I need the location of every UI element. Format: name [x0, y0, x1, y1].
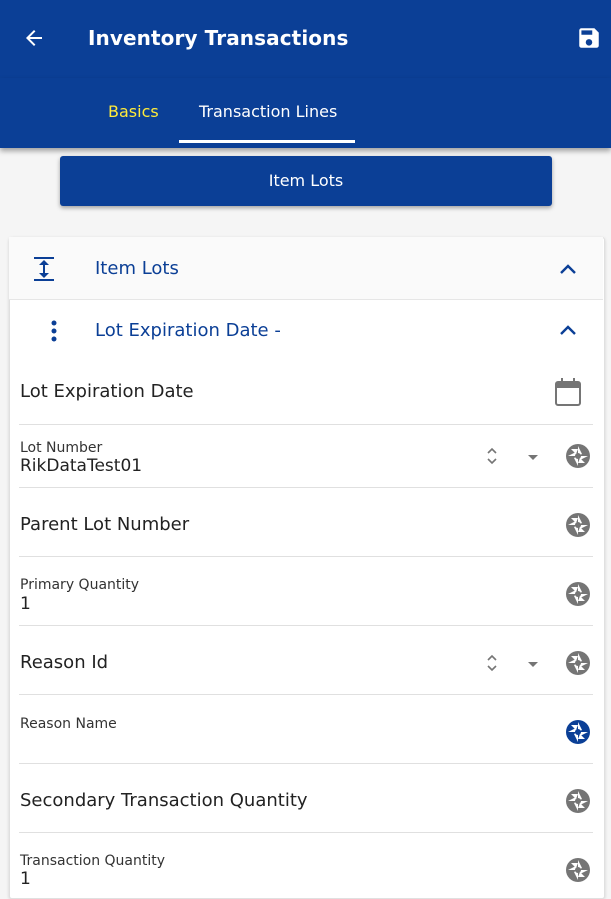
transaction-quantity-input[interactable]: 1	[20, 869, 31, 889]
item-lots-button[interactable]: Item Lots	[60, 156, 552, 206]
lot-number-label: Lot Number	[20, 440, 103, 456]
primary-quantity-input[interactable]: 1	[20, 594, 31, 614]
transaction-quantity-label: Transaction Quantity	[20, 853, 166, 869]
lot-number-input[interactable]: RikDataTest01	[20, 456, 142, 476]
parent-lot-number-field[interactable]: Parent Lot Number	[20, 514, 189, 535]
camera-aperture-icon[interactable]	[564, 787, 592, 815]
dropdown-icon[interactable]	[527, 453, 539, 461]
expand-vertical-icon	[34, 257, 54, 281]
divider	[19, 832, 593, 833]
divider	[19, 694, 593, 695]
camera-aperture-icon[interactable]	[564, 718, 592, 746]
chevron-up-icon[interactable]	[558, 262, 578, 276]
app-bar: Inventory Transactions	[0, 0, 611, 78]
camera-aperture-icon[interactable]	[564, 856, 592, 884]
primary-quantity-label: Primary Quantity	[20, 577, 140, 593]
arrow-back-icon[interactable]	[22, 26, 46, 50]
save-icon[interactable]	[576, 25, 602, 51]
active-tab-indicator	[179, 140, 355, 143]
subsection-title: Lot Expiration Date -	[95, 320, 281, 341]
camera-aperture-icon[interactable]	[564, 442, 592, 470]
reason-id-field[interactable]: Reason Id	[20, 652, 108, 673]
tab-transaction-lines[interactable]: Transaction Lines	[199, 102, 337, 121]
chevron-up-icon[interactable]	[558, 323, 578, 337]
dropdown-icon[interactable]	[527, 660, 539, 668]
camera-aperture-icon[interactable]	[564, 649, 592, 677]
camera-aperture-icon[interactable]	[564, 511, 592, 539]
divider	[19, 487, 593, 488]
lot-expiration-date-field[interactable]: Lot Expiration Date	[20, 381, 194, 402]
reason-name-label: Reason Name	[20, 716, 117, 732]
section-title: Item Lots	[95, 258, 179, 279]
divider	[19, 556, 593, 557]
divider	[19, 625, 593, 626]
tab-basics[interactable]: Basics	[108, 102, 159, 121]
sort-icon[interactable]	[485, 445, 499, 467]
sort-icon[interactable]	[485, 652, 499, 674]
page-title: Inventory Transactions	[88, 26, 349, 50]
secondary-transaction-quantity-field[interactable]: Secondary Transaction Quantity	[20, 790, 308, 811]
divider	[19, 424, 593, 425]
calendar-icon[interactable]	[554, 377, 582, 407]
more-vert-icon[interactable]	[50, 320, 58, 342]
camera-aperture-icon[interactable]	[564, 580, 592, 608]
divider	[19, 763, 593, 764]
